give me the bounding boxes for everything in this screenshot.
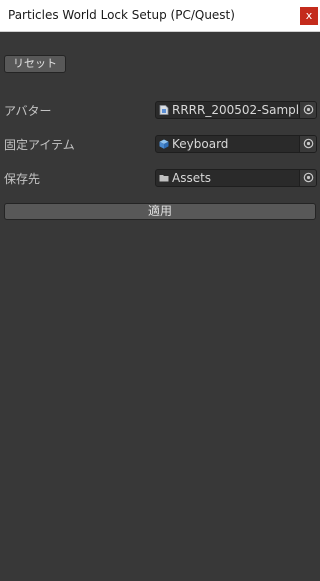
fixed-item-value: Keyboard [172, 137, 229, 151]
avatar-value: RRRR_200502-Sample [172, 103, 298, 117]
fixed-item-label: 固定アイテム [4, 138, 75, 152]
prefab-file-icon [159, 105, 169, 115]
object-picker-icon [303, 172, 314, 183]
fixed-item-field[interactable]: Keyboard [155, 135, 317, 153]
cube-icon [159, 139, 169, 149]
title-bar: Particles World Lock Setup (PC/Quest) x [0, 0, 320, 32]
avatar-picker-button[interactable] [299, 102, 316, 118]
save-location-label: 保存先 [4, 172, 41, 186]
avatar-field[interactable]: RRRR_200502-Sample [155, 101, 317, 119]
reset-button[interactable]: リセット [4, 55, 66, 73]
apply-button[interactable]: 適用 [4, 203, 316, 220]
object-picker-icon [303, 138, 314, 149]
window-title: Particles World Lock Setup (PC/Quest) [8, 8, 235, 22]
save-location-value: Assets [172, 171, 212, 185]
object-picker-icon [303, 104, 314, 115]
save-location-picker-button[interactable] [299, 170, 316, 186]
folder-icon [159, 175, 169, 182]
save-location-field[interactable]: Assets [155, 169, 317, 187]
fixed-item-picker-button[interactable] [299, 136, 316, 152]
close-button[interactable]: x [300, 7, 318, 25]
avatar-label: アバター [4, 104, 52, 118]
